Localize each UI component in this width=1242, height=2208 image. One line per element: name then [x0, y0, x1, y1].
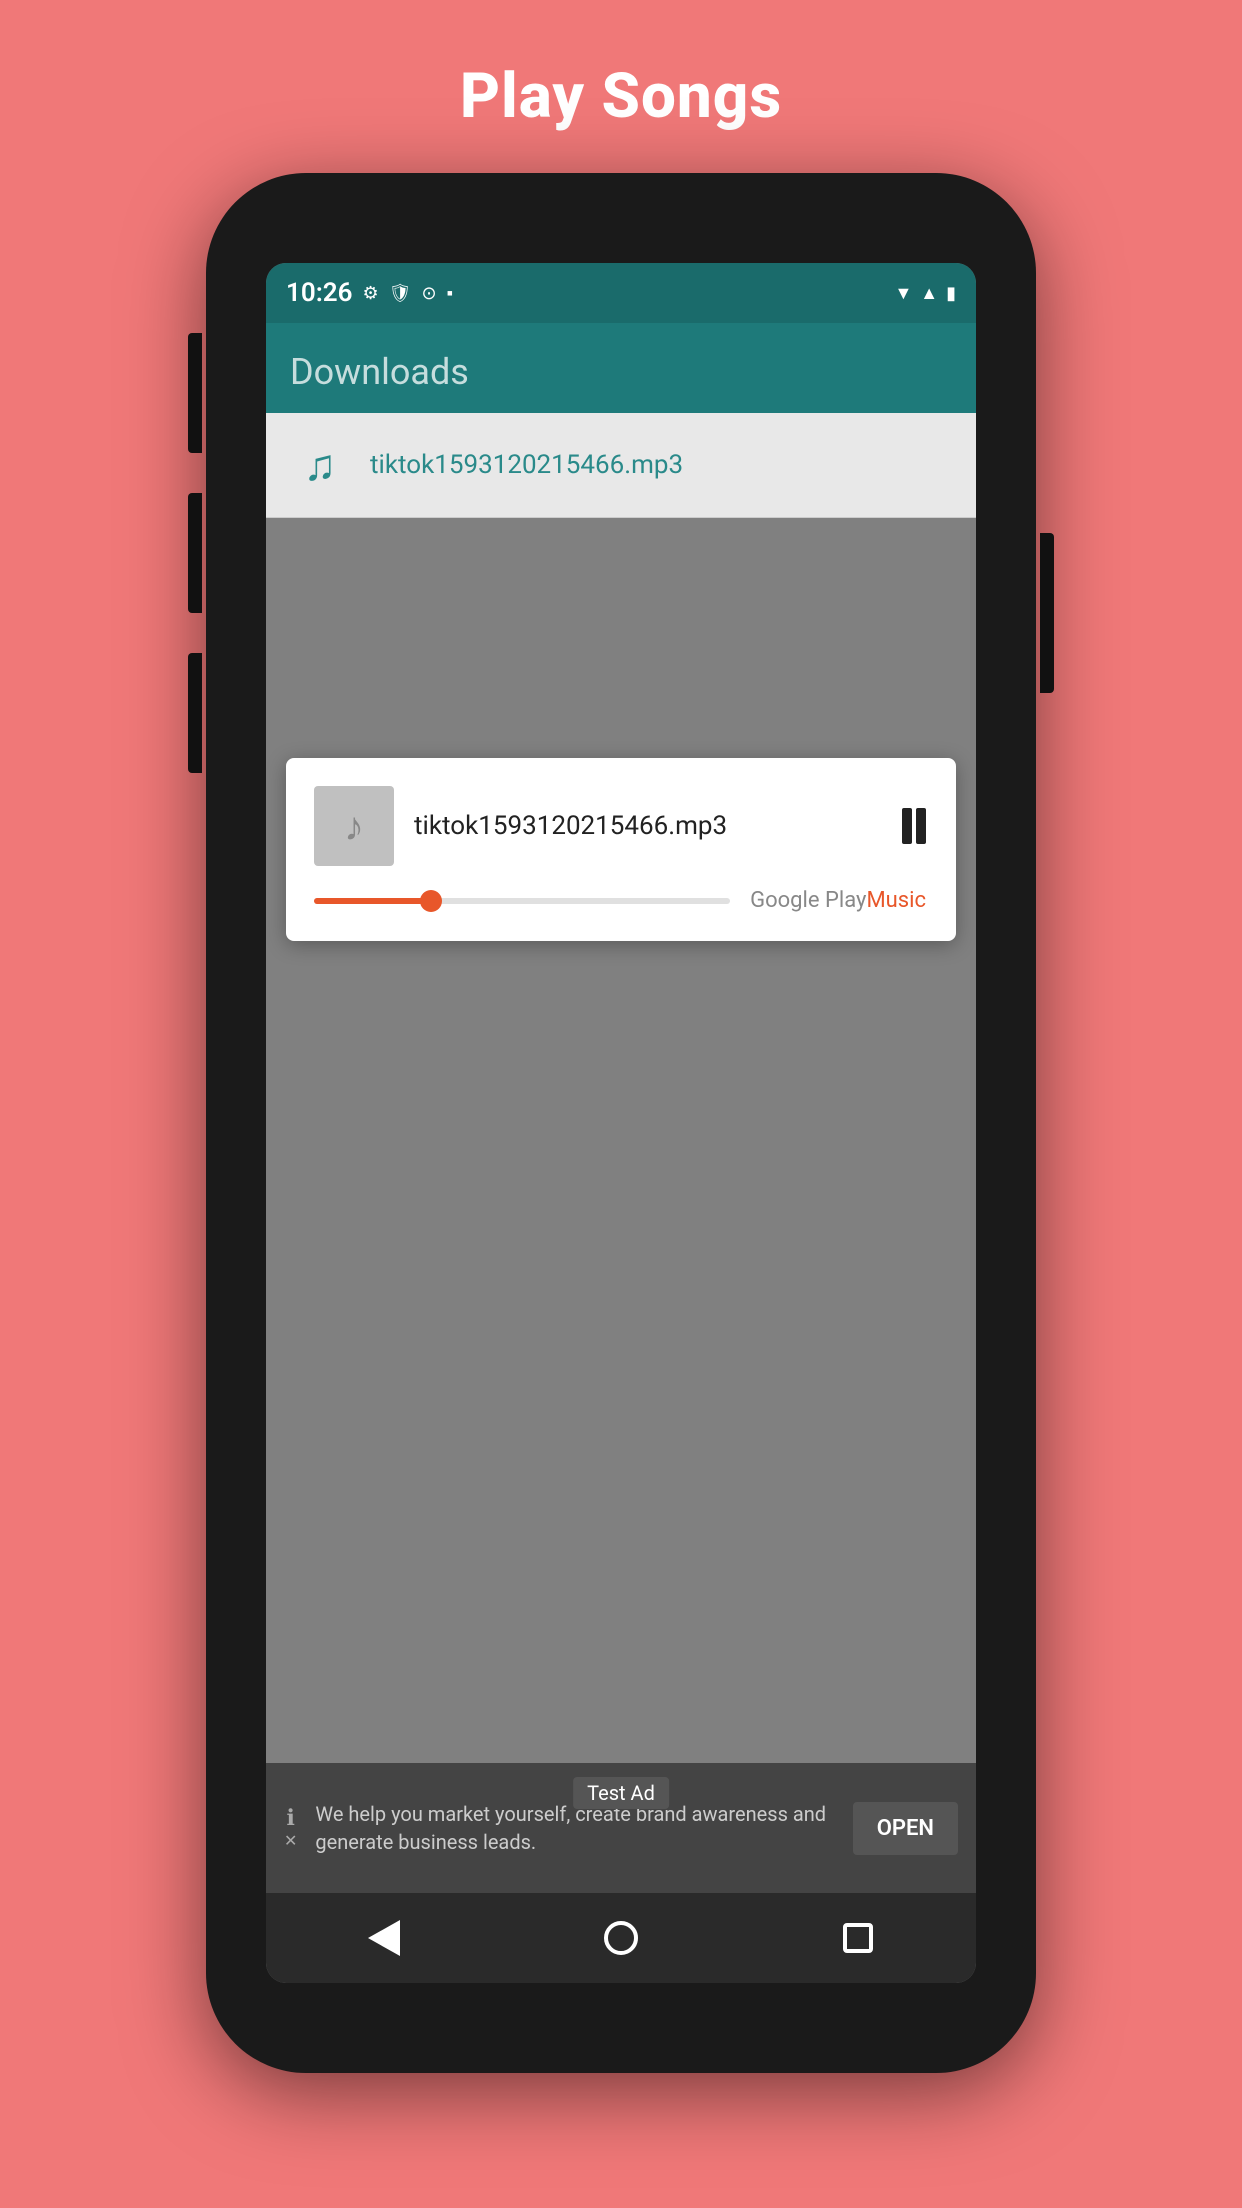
- download-filename: tiktok1593120215466.mp3: [370, 450, 683, 480]
- media-player-card: ♪ tiktok1593120215466.mp3: [286, 758, 956, 941]
- app-bar: Downloads: [266, 323, 976, 413]
- recent-icon: [843, 1923, 873, 1953]
- content-area: ♪ tiktok1593120215466.mp3: [266, 518, 976, 1763]
- back-button[interactable]: [354, 1908, 414, 1968]
- page-title: Play Songs: [460, 60, 782, 133]
- signal-icon: ▲: [920, 283, 938, 304]
- battery-icon: ▮: [946, 283, 956, 304]
- player-bottom: Google Play Music: [314, 888, 926, 913]
- player-title: tiktok1593120215466.mp3: [414, 811, 902, 841]
- pause-bar-left: [902, 808, 912, 844]
- music-note-icon: ♫: [304, 439, 337, 491]
- progress-thumb: [420, 890, 442, 912]
- downloads-list: ♫ tiktok1593120215466.mp3: [266, 413, 976, 518]
- pause-button[interactable]: [902, 808, 926, 844]
- ad-info-icon[interactable]: ℹ ✕: [284, 1806, 297, 1850]
- back-icon: [368, 1920, 400, 1956]
- status-icons-left: ⚙ 🛡 ⊙ ▪: [363, 283, 453, 304]
- info-icon: ℹ: [287, 1806, 295, 1831]
- sync-icon: ⊙: [422, 283, 437, 304]
- album-art-icon: ♪: [344, 803, 364, 850]
- progress-fill: [314, 898, 431, 904]
- status-left: 10:26 ⚙ 🛡 ⊙ ▪: [286, 278, 453, 308]
- status-time: 10:26: [286, 278, 353, 308]
- source-music-text: Music: [866, 888, 926, 913]
- app-bar-title: Downloads: [290, 351, 469, 393]
- ad-bar: ℹ ✕ Test Ad We help you market yourself,…: [266, 1763, 976, 1893]
- player-source: Google Play Music: [750, 888, 926, 913]
- music-icon-container: ♫: [290, 435, 350, 495]
- status-right: ▼ ▲ ▮: [894, 283, 956, 304]
- album-art: ♪: [314, 786, 394, 866]
- status-bar: 10:26 ⚙ 🛡 ⊙ ▪ ▼ ▲ ▮: [266, 263, 976, 323]
- home-icon: [604, 1921, 638, 1955]
- clipboard-icon: ▪: [447, 283, 453, 304]
- progress-track: [314, 898, 730, 904]
- recent-button[interactable]: [828, 1908, 888, 1968]
- source-google-text: Google Play: [750, 888, 866, 913]
- progress-bar[interactable]: [314, 898, 730, 904]
- shield-icon: 🛡: [389, 283, 412, 304]
- phone-screen: 10:26 ⚙ 🛡 ⊙ ▪ ▼ ▲ ▮ Downloads ♫: [266, 263, 976, 1983]
- wifi-icon: ▼: [894, 283, 912, 304]
- ad-badge: Test Ad: [573, 1777, 669, 1809]
- download-item[interactable]: ♫ tiktok1593120215466.mp3: [266, 413, 976, 518]
- player-top: ♪ tiktok1593120215466.mp3: [314, 786, 926, 866]
- gear-icon: ⚙: [363, 283, 379, 304]
- phone-shell: 10:26 ⚙ 🛡 ⊙ ▪ ▼ ▲ ▮ Downloads ♫: [206, 173, 1036, 2073]
- close-icon: ✕: [284, 1831, 297, 1850]
- nav-bar: [266, 1893, 976, 1983]
- pause-bar-right: [916, 808, 926, 844]
- ad-open-button[interactable]: OPEN: [853, 1802, 958, 1855]
- home-button[interactable]: [591, 1908, 651, 1968]
